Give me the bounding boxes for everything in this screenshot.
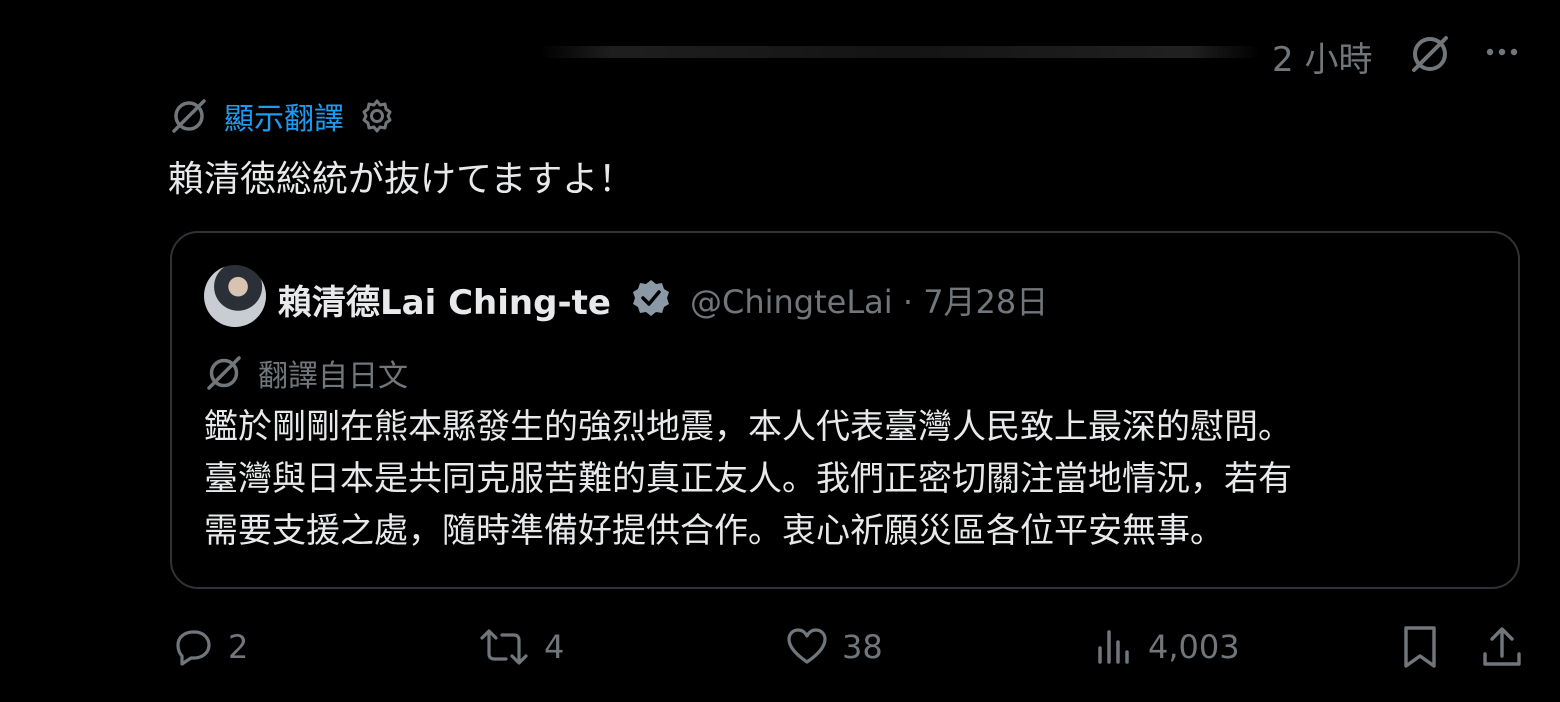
grok-icon bbox=[172, 99, 206, 133]
translated-from-label: 翻譯自日文 bbox=[258, 359, 408, 394]
quoted-display-name: 賴清德Lai Ching-te bbox=[278, 283, 611, 323]
reply-icon bbox=[176, 630, 211, 666]
heart-icon bbox=[787, 628, 827, 664]
more-horizontal-icon[interactable] bbox=[1480, 30, 1524, 74]
share-button[interactable] bbox=[1480, 624, 1536, 672]
quoted-text-line: 鑑於剛剛在熊本縣發生的強烈地震，本人代表臺灣人民致上最深的慰問。 bbox=[204, 407, 1292, 447]
repost-button[interactable]: 4 bbox=[476, 624, 564, 670]
reply-button[interactable]: 2 bbox=[170, 624, 248, 670]
translated-from-row: 翻譯自日文 bbox=[204, 351, 408, 395]
quoted-tweet-card[interactable]: 賴清德Lai Ching-te @ChingteLai · 7月28日 翻譯自日… bbox=[170, 231, 1520, 589]
views-button[interactable]: 4,003 bbox=[1094, 624, 1240, 670]
repost-count: 4 bbox=[544, 628, 565, 666]
tweet-timestamp[interactable]: 2 小時 bbox=[1272, 32, 1372, 81]
tweet-header: 2 小時 bbox=[0, 20, 1560, 84]
gear-icon[interactable] bbox=[358, 97, 396, 135]
quoted-text-line: 臺灣與日本是共同克服苦難的真正友人。我們正密切關注當地情況，若有 bbox=[204, 459, 1292, 499]
share-icon bbox=[1483, 627, 1521, 666]
avatar[interactable] bbox=[204, 265, 266, 327]
grok-icon bbox=[207, 356, 241, 390]
bookmark-icon bbox=[1404, 626, 1436, 668]
like-button[interactable]: 38 bbox=[784, 624, 883, 670]
grok-icon[interactable] bbox=[1406, 30, 1454, 78]
reply-count: 2 bbox=[228, 628, 249, 666]
verified-badge-icon bbox=[633, 280, 669, 316]
action-bar: 2 4 38 4,003 bbox=[0, 624, 1560, 684]
tweet-text: 賴清徳総統が抜けてますよ！ bbox=[168, 159, 635, 200]
view-count: 4,003 bbox=[1148, 628, 1240, 666]
redacted-author-line bbox=[540, 46, 1260, 58]
quoted-tweet-text: 鑑於剛剛在熊本縣發生的強烈地震，本人代表臺灣人民致上最深的慰問。 臺灣與日本是共… bbox=[204, 401, 1494, 557]
show-translation-row: 顯示翻譯 bbox=[168, 94, 396, 138]
like-count: 38 bbox=[842, 628, 883, 666]
quoted-handle-date: @ChingteLai · 7月28日 bbox=[690, 283, 1049, 321]
show-translation-link[interactable]: 顯示翻譯 bbox=[224, 94, 344, 138]
quoted-text-line: 需要支援之處，隨時準備好提供合作。衷心祈願災區各位平安無事。 bbox=[204, 511, 1224, 551]
analytics-bar-chart-icon bbox=[1098, 630, 1129, 664]
repost-icon bbox=[480, 629, 528, 665]
bookmark-button[interactable] bbox=[1400, 624, 1452, 672]
